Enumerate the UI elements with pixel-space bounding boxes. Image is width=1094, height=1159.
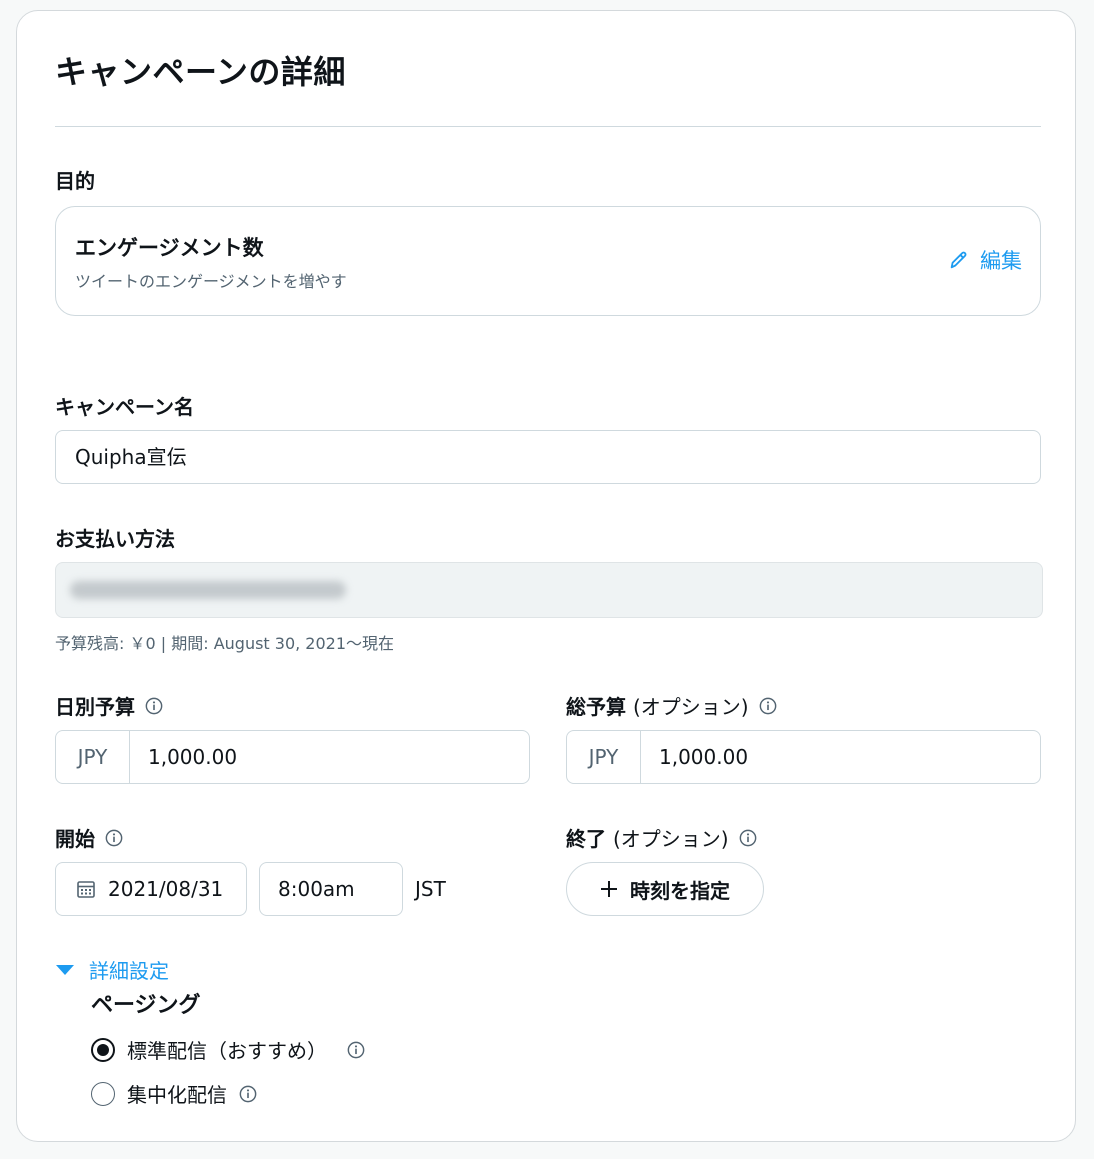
calendar-icon bbox=[76, 879, 96, 899]
campaign-details-card: キャンペーンの詳細 目的 エンゲージメント数 ツイートのエンゲージメントを増やす… bbox=[16, 10, 1076, 1142]
objective-name: エンゲージメント数 bbox=[75, 236, 264, 260]
objective-description: ツイートのエンゲージメントを増やす bbox=[75, 272, 347, 291]
total-budget-value[interactable]: 1,000.00 bbox=[641, 731, 1040, 783]
set-end-time-label: 時刻を指定 bbox=[630, 878, 730, 903]
pacing-label: ページング bbox=[91, 993, 201, 1018]
radio-button[interactable] bbox=[91, 1037, 115, 1062]
plus-icon bbox=[600, 880, 618, 898]
objective-box: エンゲージメント数 ツイートのエンゲージメントを増やす 編集 bbox=[55, 206, 1041, 316]
total-budget-label-row: 総予算 (オプション) bbox=[566, 691, 777, 720]
end-label-row: 終了 (オプション) bbox=[566, 823, 757, 852]
start-label: 開始 bbox=[55, 827, 95, 851]
pencil-icon bbox=[948, 249, 970, 271]
campaign-name-input[interactable]: Quipha宣伝 bbox=[55, 430, 1041, 484]
start-label-row: 開始 bbox=[55, 823, 123, 852]
info-icon[interactable] bbox=[759, 697, 777, 715]
set-end-time-button[interactable]: 時刻を指定 bbox=[566, 862, 764, 916]
total-budget-currency: JPY bbox=[567, 731, 641, 783]
campaign-name-label: キャンペーン名 bbox=[55, 395, 194, 419]
payment-method-label: お支払い方法 bbox=[55, 527, 175, 551]
redacted-payment-info bbox=[70, 581, 346, 599]
daily-budget-label-row: 日別予算 bbox=[55, 691, 163, 720]
total-budget-optional: (オプション) bbox=[632, 695, 749, 719]
pacing-option-label: 標準配信（おすすめ） bbox=[127, 1039, 327, 1063]
info-icon[interactable] bbox=[239, 1085, 257, 1103]
pacing-option-standard[interactable]: 標準配信（おすすめ） bbox=[91, 1035, 365, 1064]
start-date-input[interactable]: 2021/08/31 bbox=[55, 862, 247, 916]
info-icon[interactable] bbox=[105, 829, 123, 847]
daily-budget-currency: JPY bbox=[56, 731, 130, 783]
budget-balance-note: 予算残高: ￥0 | 期間: August 30, 2021～現在 bbox=[55, 634, 395, 653]
radio-button[interactable] bbox=[91, 1081, 115, 1106]
caret-down-icon bbox=[55, 964, 75, 976]
payment-method-field[interactable] bbox=[55, 562, 1043, 618]
timezone-label: JST bbox=[415, 877, 446, 901]
info-icon[interactable] bbox=[145, 697, 163, 715]
info-icon[interactable] bbox=[739, 829, 757, 847]
info-icon[interactable] bbox=[347, 1041, 365, 1059]
title-divider bbox=[55, 126, 1041, 127]
daily-budget-label: 日別予算 bbox=[55, 695, 135, 719]
page-title: キャンペーンの詳細 bbox=[55, 53, 346, 91]
edit-label: 編集 bbox=[980, 249, 1022, 273]
objective-label: 目的 bbox=[55, 169, 95, 193]
start-date-value: 2021/08/31 bbox=[108, 877, 224, 901]
start-time-input[interactable]: 8:00am bbox=[259, 862, 403, 916]
advanced-settings-toggle[interactable]: 詳細設定 bbox=[55, 955, 169, 984]
edit-objective-button[interactable]: 編集 bbox=[948, 245, 1022, 275]
pacing-option-label: 集中化配信 bbox=[127, 1083, 227, 1107]
daily-budget-value[interactable]: 1,000.00 bbox=[130, 731, 529, 783]
total-budget-label: 総予算 bbox=[566, 695, 626, 719]
total-budget-input[interactable]: JPY 1,000.00 bbox=[566, 730, 1041, 784]
daily-budget-input[interactable]: JPY 1,000.00 bbox=[55, 730, 530, 784]
advanced-settings-label: 詳細設定 bbox=[89, 959, 169, 983]
end-optional: (オプション) bbox=[612, 827, 729, 851]
end-label: 終了 bbox=[566, 827, 606, 851]
pacing-option-accelerated[interactable]: 集中化配信 bbox=[91, 1079, 257, 1108]
